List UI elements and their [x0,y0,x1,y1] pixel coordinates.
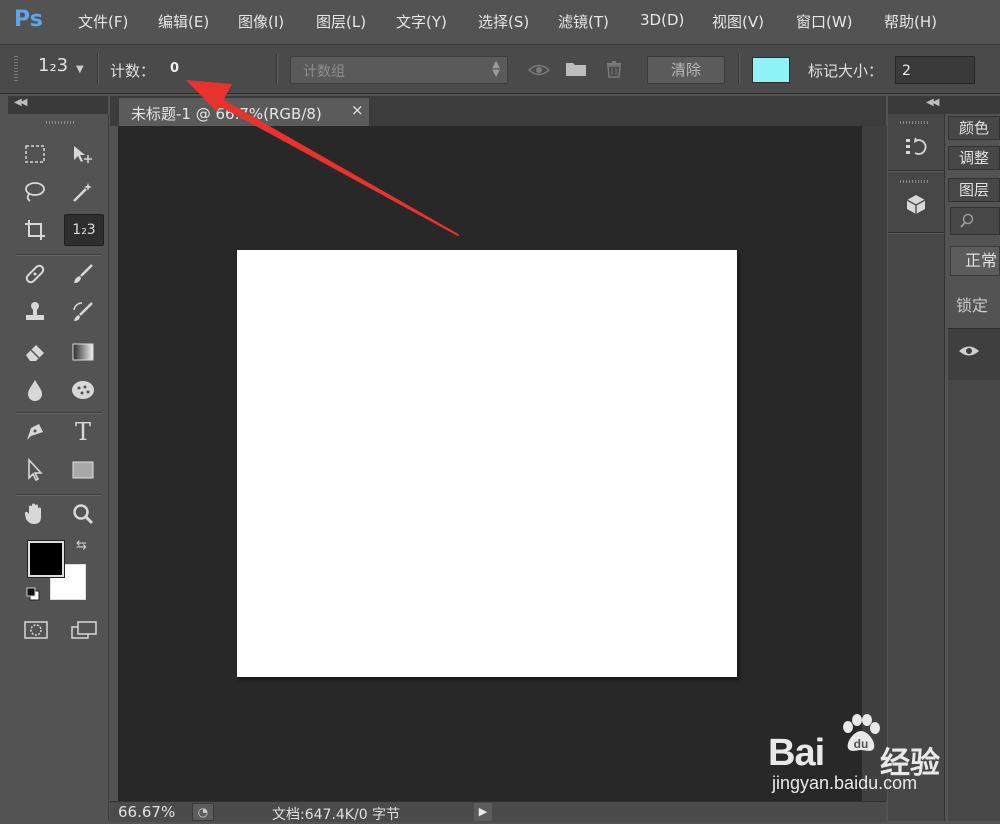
brush-tool-icon[interactable] [66,258,100,290]
collapse-right-icon[interactable]: ◀◀ [926,97,939,108]
marker-color-swatch[interactable] [752,57,790,83]
marker-size-label: 标记大小： [808,62,884,80]
divider [738,54,739,84]
count-label: 计数： [110,62,156,80]
divider [16,494,102,495]
photoshop-logo: Ps [14,7,43,32]
search-icon [960,213,974,228]
marker-size-input[interactable]: 2 [895,56,975,84]
svg-text:du: du [854,737,869,751]
divider [888,232,944,233]
document-tab[interactable]: 未标题-1 @ 66.7%(RGB/8) × [118,97,370,126]
history-panel-icon[interactable] [896,130,936,164]
lock-label: 锁定 [956,296,989,315]
status-bar [110,801,886,822]
toolbox-grip[interactable] [46,121,74,124]
baidu-watermark-brand: Bai [768,732,825,774]
swap-colors-icon[interactable]: ⇆ [76,538,87,553]
menu-view[interactable]: 视图(V) [712,11,764,32]
divider [276,54,277,84]
move-tool-icon[interactable] [66,138,100,170]
layers-filter[interactable] [950,207,1000,235]
type-tool-icon[interactable]: T [66,416,100,448]
blur-tool-icon[interactable] [18,374,52,406]
menu-window[interactable]: 窗口(W) [796,11,853,32]
menu-3d[interactable]: 3D(D) [640,11,684,29]
magic-wand-tool-icon[interactable] [66,176,100,208]
count-value: 0 [170,61,180,76]
3d-panel-icon[interactable] [896,188,936,222]
dock-header [888,96,1000,114]
divider [16,412,102,413]
marquee-tool-icon[interactable] [18,138,52,170]
menu-layer[interactable]: 图层(L) [316,11,366,32]
quick-mask-icon[interactable] [24,620,48,640]
gradient-tool-icon[interactable] [66,336,100,368]
document-info-icon[interactable]: ◔ [192,803,214,821]
count-group-select[interactable]: 计数组 ▲ ▼ [290,56,508,84]
vertical-scrollbar[interactable] [861,126,887,801]
history-brush-tool-icon[interactable] [66,296,100,328]
layer-visibility-eye-icon[interactable] [958,344,980,358]
document-tab-title: 未标题-1 @ 66.7%(RGB/8) [131,105,322,123]
clear-button[interactable]: 清除 [647,56,725,84]
eraser-tool-icon[interactable] [18,336,52,368]
zoom-level[interactable]: 66.67% [118,803,175,821]
healing-brush-tool-icon[interactable] [18,258,52,290]
close-icon[interactable]: × [351,101,364,119]
strip-grip[interactable] [900,180,930,183]
menu-select[interactable]: 选择(S) [478,11,529,32]
chevron-down-icon[interactable]: ▼ [76,64,84,75]
sponge-tool-icon[interactable] [66,374,100,406]
blend-mode-select[interactable]: 正常 [950,246,1000,276]
menu-edit[interactable]: 编辑(E) [158,11,209,32]
collapse-left-icon[interactable]: ◀◀ [14,97,27,108]
document-info: 文档:647.4K/0 字节 [272,807,401,823]
menu-image[interactable]: 图像(I) [238,11,284,32]
panel-tab-color[interactable]: 颜色 [948,116,1000,140]
panel-tab-adjustments[interactable]: 调整 [948,146,1000,170]
count-group-select-value: 计数组 [303,64,345,80]
triangle-right-icon[interactable]: ▶ [474,803,492,821]
menu-help[interactable]: 帮助(H) [884,11,937,32]
screen-mode-icon[interactable] [70,620,98,640]
pen-tool-icon[interactable] [18,416,52,448]
panel-tab-layers[interactable]: 图层 [948,178,1000,202]
options-bar-grip[interactable] [14,56,18,82]
trash-icon[interactable] [604,60,624,78]
baidu-watermark-url: jingyan.baidu.com [772,773,918,793]
eye-icon[interactable] [528,63,550,77]
menu-file[interactable]: 文件(F) [78,11,128,32]
crop-tool-icon[interactable] [18,214,52,246]
divider [16,254,102,255]
divider [888,170,944,171]
clone-stamp-tool-icon[interactable] [18,296,52,328]
zoom-tool-icon[interactable] [66,498,100,530]
count-tool-icon[interactable]: 1₂3 [64,214,104,246]
baidu-paw-logo: du [843,714,880,751]
count-tool-preset-icon[interactable]: 1₂3 [38,55,68,76]
strip-grip[interactable] [900,121,930,124]
menu-filter[interactable]: 滤镜(T) [558,11,609,32]
divider [97,54,98,84]
foreground-color-swatch[interactable] [27,540,65,578]
path-selection-tool-icon[interactable] [18,454,52,486]
hand-tool-icon[interactable] [18,498,52,530]
document-canvas[interactable] [237,250,737,677]
default-colors-icon[interactable] [26,587,40,601]
folder-icon[interactable] [565,61,587,77]
lasso-tool-icon[interactable] [18,176,52,208]
layers-list [948,380,1000,821]
menu-type[interactable]: 文字(Y) [396,11,447,32]
updown-arrows-icon: ▲ ▼ [492,59,500,79]
rectangle-tool-icon[interactable] [66,454,100,486]
